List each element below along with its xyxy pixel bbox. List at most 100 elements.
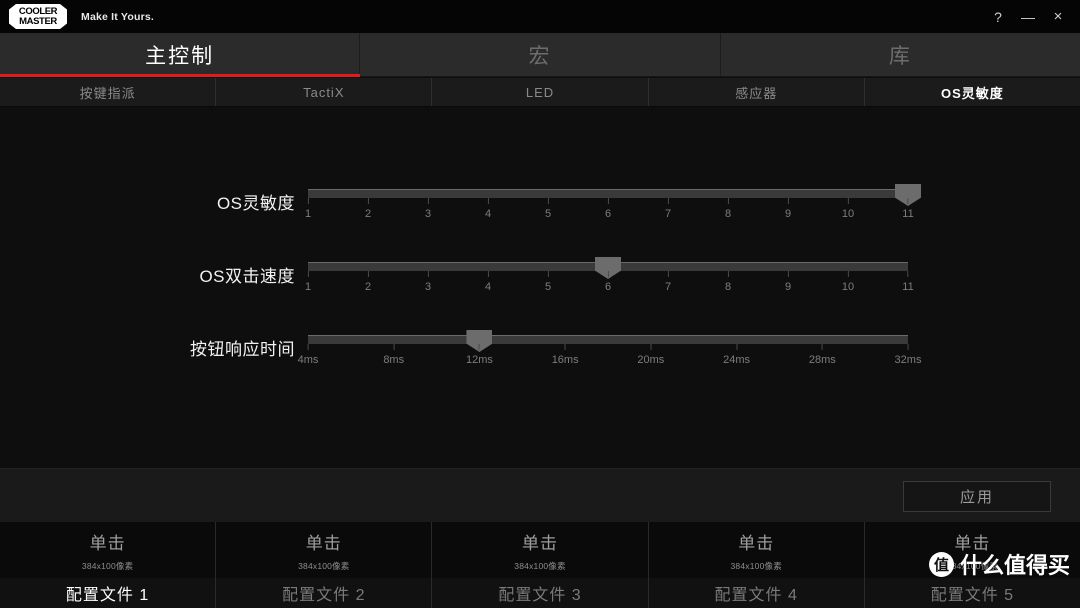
profile-thumbnail[interactable]: 单击 384x100像素 bbox=[648, 522, 864, 578]
slider-tick-mark bbox=[650, 344, 652, 350]
apply-button[interactable]: 应用 bbox=[903, 481, 1051, 512]
slider-tick-mark bbox=[736, 344, 738, 350]
slider-tick: 3 bbox=[425, 198, 431, 220]
slider-tick: 2 bbox=[365, 198, 371, 220]
minimize-icon[interactable]: — bbox=[1013, 0, 1043, 33]
slider-tick: 4 bbox=[485, 271, 491, 293]
tab-macro[interactable]: 宏 bbox=[360, 33, 721, 77]
slider-tick-mark bbox=[427, 198, 429, 204]
window-controls: ? — × bbox=[983, 0, 1080, 33]
slider-row-os-doubleclick-speed: OS双击速度 1 2 3 4 5 6 7 8 9 10 11 bbox=[0, 257, 1080, 322]
profile-item-5[interactable]: 单击 384x100像素 配置文件 5 bbox=[864, 522, 1080, 608]
profile-thumb-title: 单击 bbox=[305, 533, 342, 553]
slider-tick-mark bbox=[667, 271, 669, 277]
slider-tick-label: 5 bbox=[544, 208, 552, 220]
profile-item-2[interactable]: 单击 384x100像素 配置文件 2 bbox=[216, 522, 433, 608]
slider-tick-label: 9 bbox=[784, 208, 792, 220]
content-panel: OS灵敏度 1 2 3 4 5 6 7 8 9 10 11 OS双击速度 1 2 3 4 5 6 7 8 9 10 11… bbox=[0, 107, 1080, 468]
logo-line-2: MASTER bbox=[19, 15, 57, 27]
slider-tick-label: 4ms bbox=[297, 354, 319, 366]
slider-tick-mark bbox=[487, 198, 489, 204]
slider-tick-label: 6 bbox=[604, 281, 612, 293]
slider-tick-mark bbox=[547, 271, 549, 277]
profile-name-label[interactable]: 配置文件 5 bbox=[864, 578, 1080, 608]
slider-tick-mark bbox=[847, 198, 849, 204]
slider-tick-label: 11 bbox=[902, 208, 914, 220]
title-bar: COOLER MASTER Make It Yours. ? — × bbox=[0, 0, 1080, 33]
profile-name-label[interactable]: 配置文件 2 bbox=[216, 578, 432, 608]
profile-thumb-subtitle: 384x100像素 bbox=[298, 560, 350, 571]
slider-tick: 7 bbox=[665, 198, 671, 220]
profile-item-4[interactable]: 单击 384x100像素 配置文件 4 bbox=[648, 522, 865, 608]
slider-tick: 9 bbox=[785, 271, 791, 293]
slider-tick-label: 4 bbox=[484, 208, 492, 220]
slider-tick: 5 bbox=[545, 198, 551, 220]
slider-tick-label: 28ms bbox=[808, 354, 836, 366]
profile-thumb-title: 单击 bbox=[738, 533, 775, 553]
slider-tick-label: 8 bbox=[724, 281, 732, 293]
subtab-os-sensitivity[interactable]: OS灵敏度 bbox=[865, 78, 1080, 106]
slider-tick-mark bbox=[427, 271, 429, 277]
profile-item-1[interactable]: 单击 384x100像素 配置文件 1 bbox=[0, 522, 217, 608]
help-icon[interactable]: ? bbox=[983, 0, 1013, 33]
profile-thumb-title: 单击 bbox=[522, 533, 558, 553]
slider-tick-mark bbox=[727, 198, 729, 204]
profile-name-label[interactable]: 配置文件 3 bbox=[432, 578, 648, 608]
slider-tick-label: 16ms bbox=[551, 354, 579, 366]
slider-tick-mark bbox=[367, 271, 369, 277]
slider-os-sensitivity[interactable]: 1 2 3 4 5 6 7 8 9 10 11 bbox=[305, 184, 921, 224]
subtab-sensor[interactable]: 感应器 bbox=[649, 78, 865, 106]
slider-tick-label: 7 bbox=[664, 208, 672, 220]
slider-tick-label: 3 bbox=[424, 208, 432, 220]
slider-tick-mark bbox=[787, 198, 789, 204]
slider-row-os-sensitivity: OS灵敏度 1 2 3 4 5 6 7 8 9 10 11 bbox=[0, 184, 1080, 249]
slider-tick-label: 1 bbox=[304, 281, 312, 293]
profile-name-label[interactable]: 配置文件 4 bbox=[648, 578, 864, 608]
subtab-key-assignment[interactable]: 按键指派 bbox=[0, 78, 217, 106]
slider-tick: 7 bbox=[665, 271, 671, 293]
slider-tick: 3 bbox=[425, 271, 431, 293]
profile-name-label[interactable]: 配置文件 1 bbox=[0, 578, 216, 608]
slider-tick-mark bbox=[907, 198, 909, 204]
slider-tick: 8 bbox=[725, 271, 731, 293]
slider-tick-label: 32ms bbox=[894, 354, 922, 366]
slider-tick-mark bbox=[478, 344, 480, 350]
slider-tick: 10 bbox=[842, 271, 854, 293]
slider-os-doubleclick-speed[interactable]: 1 2 3 4 5 6 7 8 9 10 11 bbox=[304, 257, 914, 297]
slider-tick-mark bbox=[907, 344, 909, 350]
profile-thumbnail[interactable]: 单击 384x100像素 bbox=[0, 522, 216, 578]
active-tab-indicator bbox=[0, 74, 360, 77]
slider-tick: 4 bbox=[485, 198, 491, 220]
profile-item-3[interactable]: 单击 384x100像素 配置文件 3 bbox=[432, 522, 649, 608]
slider-track[interactable] bbox=[308, 257, 908, 279]
slider-tick-mark bbox=[727, 271, 729, 277]
slider-tick-mark bbox=[307, 271, 309, 277]
slider-tick: 6 bbox=[605, 271, 611, 293]
slider-tick-label: 8 bbox=[724, 208, 732, 220]
subtab-tactix[interactable]: TactiX bbox=[216, 78, 433, 106]
slider-tick-label: 11 bbox=[902, 281, 914, 293]
tab-main-control[interactable]: 主控制 bbox=[0, 33, 361, 77]
profile-thumbnail[interactable]: 单击 384x100像素 bbox=[864, 522, 1080, 578]
slider-tick: 8 bbox=[725, 198, 731, 220]
slider-tick: 2 bbox=[365, 271, 371, 293]
slider-label-os-sensitivity: OS灵敏度 bbox=[216, 194, 295, 213]
slider-tick: 32ms bbox=[894, 344, 922, 366]
slider-tick-mark bbox=[547, 198, 549, 204]
profile-thumbnail[interactable]: 单击 384x100像素 bbox=[432, 522, 648, 578]
cooler-master-logo-icon: COOLER MASTER bbox=[9, 4, 67, 29]
slider-track[interactable] bbox=[308, 184, 921, 206]
slider-row-button-response-time: 按钮响应时间 4ms 8ms 12ms 16ms 20ms 24ms 28ms 32ms bbox=[0, 330, 1080, 395]
slider-track[interactable] bbox=[308, 330, 908, 352]
slider-tick: 12ms bbox=[466, 344, 493, 366]
subtab-led[interactable]: LED bbox=[432, 78, 649, 106]
slider-ticks: 1 2 3 4 5 6 7 8 9 10 11 bbox=[304, 271, 914, 297]
slider-tick-mark bbox=[667, 198, 669, 204]
close-icon[interactable]: × bbox=[1043, 0, 1073, 33]
slider-tick-label: 2 bbox=[364, 281, 372, 293]
tab-library[interactable]: 库 bbox=[721, 33, 1080, 77]
profile-thumbnail[interactable]: 单击 384x100像素 bbox=[216, 522, 432, 578]
tagline: Make It Yours. bbox=[81, 10, 155, 23]
slider-tick: 11 bbox=[902, 271, 914, 293]
slider-button-response-time[interactable]: 4ms 8ms 12ms 16ms 20ms 24ms 28ms 32ms bbox=[298, 330, 921, 370]
